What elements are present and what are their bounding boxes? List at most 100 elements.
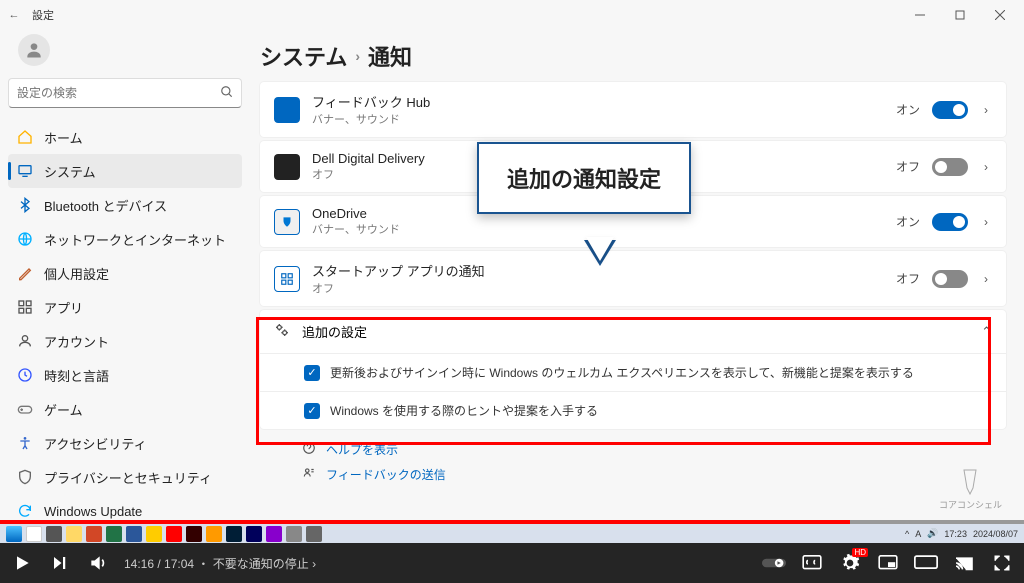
app-icon[interactable] xyxy=(266,526,282,542)
toggle-switch[interactable] xyxy=(932,158,968,176)
autoplay-toggle[interactable] xyxy=(762,551,786,575)
word-icon[interactable] xyxy=(126,526,142,542)
sidebar-item-label: アプリ xyxy=(44,298,83,317)
sidebar-item-personal[interactable]: 個人用設定 xyxy=(8,256,242,290)
sidebar-item-game[interactable]: ゲーム xyxy=(8,392,242,426)
sidebar-item-accessibility[interactable]: アクセシビリティ xyxy=(8,426,242,460)
app-sub: オフ xyxy=(312,166,425,182)
adobe-icon[interactable] xyxy=(186,526,202,542)
sidebar-item-privacy[interactable]: プライバシーとセキュリティ xyxy=(8,460,242,494)
toggle-state-label: オン xyxy=(896,213,920,230)
play-button[interactable] xyxy=(10,551,34,575)
checkbox-label: 更新後およびサインイン時に Windows のウェルカム エクスペリエンスを表示… xyxy=(330,364,914,381)
explorer-icon[interactable] xyxy=(66,526,82,542)
sidebar-item-label: 個人用設定 xyxy=(44,264,109,283)
time-icon xyxy=(16,366,34,384)
app-icon[interactable] xyxy=(166,526,182,542)
progress-played xyxy=(0,520,850,524)
progress-buffer xyxy=(850,520,1024,524)
chevron-right-icon[interactable]: › xyxy=(980,160,992,174)
app-notification-row[interactable]: フィードバック Hubバナー、サウンド オン › xyxy=(260,82,1006,137)
app-name: スタートアップ アプリの通知 xyxy=(312,261,485,280)
task-search-icon[interactable] xyxy=(26,526,42,542)
annotation-callout-tail xyxy=(586,237,614,261)
avatar[interactable] xyxy=(18,34,50,66)
system-tray[interactable]: ^A🔊 17:23 2024/08/07 xyxy=(905,528,1018,539)
sidebar-item-label: アカウント xyxy=(44,332,109,351)
sidebar-item-account[interactable]: アカウント xyxy=(8,324,242,358)
maximize-button[interactable] xyxy=(940,0,980,30)
premiere-icon[interactable] xyxy=(246,526,262,542)
sidebar-item-bluetooth[interactable]: Bluetooth とデバイス xyxy=(8,188,242,222)
sidebar-item-label: ネットワークとインターネット xyxy=(44,230,226,249)
app-name: フィードバック Hub xyxy=(312,92,430,111)
sidebar-item-label: ホーム xyxy=(44,128,83,147)
sidebar-item-label: 時刻と言語 xyxy=(44,366,109,385)
chevron-right-icon[interactable]: › xyxy=(980,272,992,286)
sidebar-item-label: Bluetooth とデバイス xyxy=(44,196,167,215)
breadcrumb-root[interactable]: システム xyxy=(260,40,347,72)
toggle-switch[interactable] xyxy=(932,101,968,119)
checkbox-row[interactable]: ✓ Windows を使用する際のヒントや提案を入手する xyxy=(260,391,1006,429)
windows-taskbar[interactable]: ^A🔊 17:23 2024/08/07 xyxy=(0,524,1024,543)
apps-icon xyxy=(16,298,34,316)
taskview-icon[interactable] xyxy=(46,526,62,542)
toggle-switch[interactable] xyxy=(932,213,968,231)
app-sub: バナー、サウンド xyxy=(312,111,430,127)
start-icon[interactable] xyxy=(6,526,22,542)
update-icon xyxy=(16,502,34,520)
captions-button[interactable] xyxy=(800,551,824,575)
miniplayer-button[interactable] xyxy=(876,551,900,575)
sidebar-item-home[interactable]: ホーム xyxy=(8,120,242,154)
photoshop-icon[interactable] xyxy=(226,526,242,542)
app-icon[interactable] xyxy=(146,526,162,542)
chevron-right-icon[interactable]: › xyxy=(980,103,992,117)
breadcrumb-leaf: 通知 xyxy=(368,40,412,72)
feedback-link[interactable]: フィードバックの送信 xyxy=(302,462,1006,487)
sidebar-item-network[interactable]: ネットワークとインターネット xyxy=(8,222,242,256)
theater-button[interactable] xyxy=(914,551,938,575)
video-time-chapter: 14:16 / 17:04 ・ 不要な通知の停止 › xyxy=(124,555,316,572)
search-input[interactable] xyxy=(8,78,242,108)
app-icon[interactable] xyxy=(286,526,302,542)
help-link[interactable]: ヘルプを表示 xyxy=(302,437,1006,462)
back-icon[interactable]: ← xyxy=(4,9,24,21)
sidebar-item-label: アクセシビリティ xyxy=(44,434,147,453)
illustrator-icon[interactable] xyxy=(206,526,222,542)
checkbox-checked-icon[interactable]: ✓ xyxy=(304,365,320,381)
toggle-switch[interactable] xyxy=(932,270,968,288)
next-button[interactable] xyxy=(48,551,72,575)
breadcrumb: システム › 通知 xyxy=(260,40,1006,72)
fullscreen-button[interactable] xyxy=(990,551,1014,575)
feedback-icon xyxy=(302,466,316,483)
sidebar-item-system[interactable]: システム xyxy=(8,154,242,188)
checkbox-checked-icon[interactable]: ✓ xyxy=(304,403,320,419)
sidebar-item-apps[interactable]: アプリ xyxy=(8,290,242,324)
search-box[interactable] xyxy=(8,78,242,108)
close-button[interactable] xyxy=(980,0,1020,30)
additional-settings-header[interactable]: 追加の設定 ⌃ xyxy=(260,310,1006,353)
sidebar-item-label: ゲーム xyxy=(44,400,83,419)
volume-button[interactable] xyxy=(86,551,110,575)
settings-button[interactable]: HD xyxy=(838,551,862,575)
app-sub: バナー、サウンド xyxy=(312,221,400,237)
system-icon xyxy=(16,162,34,180)
chevron-right-icon: › xyxy=(355,48,360,64)
app-notification-row[interactable]: スタートアップ アプリの通知オフ オフ › xyxy=(260,251,1006,306)
checkbox-row[interactable]: ✓ 更新後およびサインイン時に Windows のウェルカム エクスペリエンスを… xyxy=(260,353,1006,391)
chevron-right-icon: › xyxy=(312,557,316,571)
account-icon xyxy=(16,332,34,350)
gears-icon xyxy=(274,322,290,341)
game-icon xyxy=(16,400,34,418)
excel-icon[interactable] xyxy=(106,526,122,542)
minimize-button[interactable] xyxy=(900,0,940,30)
powerpoint-icon[interactable] xyxy=(86,526,102,542)
cast-button[interactable] xyxy=(952,551,976,575)
window-title: 設定 xyxy=(32,7,54,23)
accessibility-icon xyxy=(16,434,34,452)
video-progress-bar[interactable] xyxy=(0,520,1024,524)
settings-taskbar-icon[interactable] xyxy=(306,526,322,542)
chevron-right-icon[interactable]: › xyxy=(980,215,992,229)
sidebar-item-time[interactable]: 時刻と言語 xyxy=(8,358,242,392)
sidebar-item-label: システム xyxy=(44,162,96,181)
